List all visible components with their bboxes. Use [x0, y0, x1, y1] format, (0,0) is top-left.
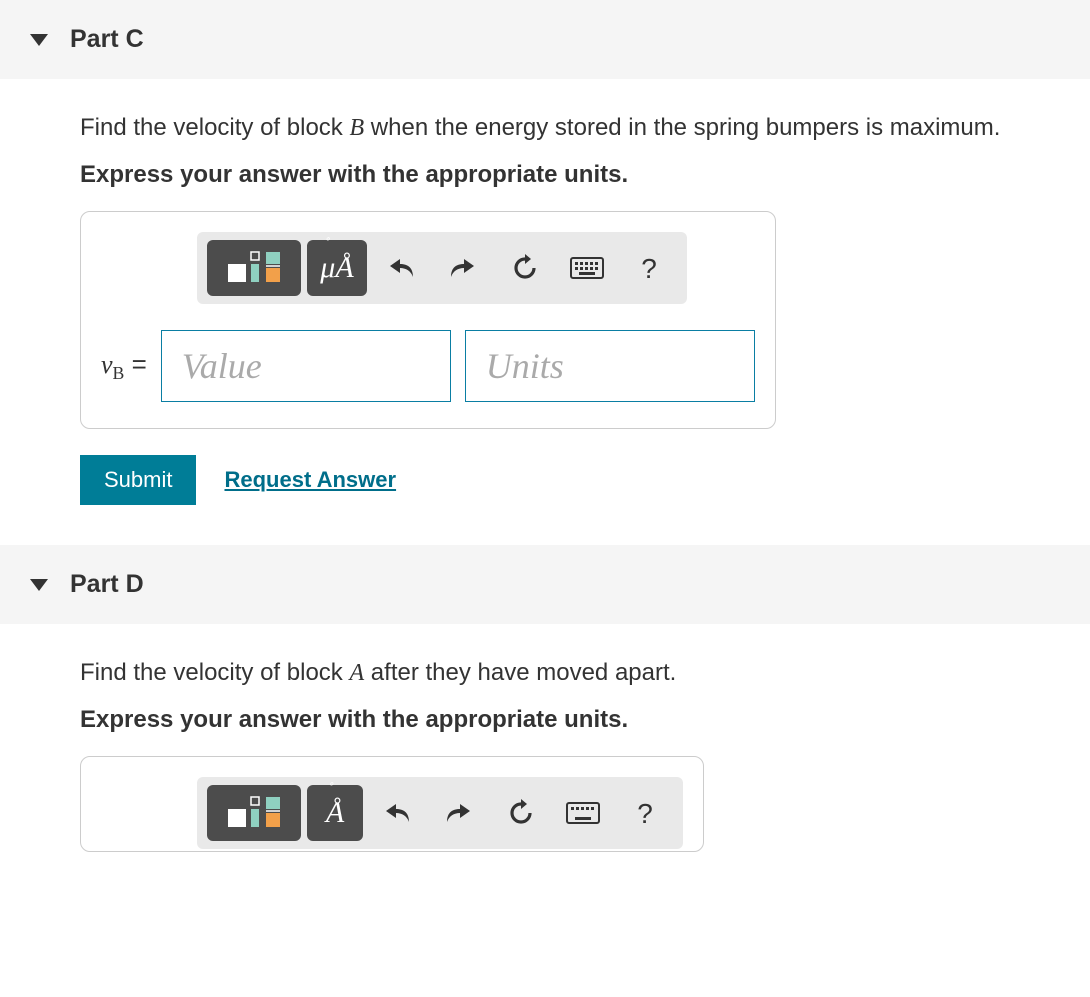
keyboard-button[interactable]	[559, 240, 615, 296]
units-input[interactable]: Units	[465, 330, 755, 402]
prompt-variable: B	[349, 115, 364, 141]
undo-icon	[386, 255, 416, 281]
chevron-down-icon	[30, 579, 48, 591]
value-placeholder: Value	[182, 341, 262, 391]
var-sub: B	[113, 363, 125, 383]
request-answer-link[interactable]: Request Answer	[224, 465, 396, 496]
symbols-button[interactable]: ∘ Å	[307, 785, 363, 841]
help-label: ?	[637, 794, 653, 833]
part-c-prompt: Find the velocity of block B when the en…	[80, 111, 1060, 146]
reset-icon	[507, 799, 535, 827]
chevron-down-icon	[30, 34, 48, 46]
reset-button[interactable]	[497, 240, 553, 296]
redo-button[interactable]	[435, 240, 491, 296]
answer-box: ∘ μÅ ?	[80, 211, 776, 429]
prompt-variable: A	[349, 660, 364, 686]
var-symbol: v	[101, 350, 113, 379]
undo-button[interactable]	[369, 785, 425, 841]
part-c-body: Find the velocity of block B when the en…	[0, 79, 1090, 545]
part-d-instruction: Express your answer with the appropriate…	[80, 703, 1060, 737]
prompt-text-post: when the energy stored in the spring bum…	[364, 114, 1000, 141]
answer-box: ∘ Å ?	[80, 756, 704, 852]
actions-row: Submit Request Answer	[80, 455, 1060, 505]
part-c-title: Part C	[70, 22, 144, 57]
part-d-prompt: Find the velocity of block A after they …	[80, 656, 1060, 691]
help-label: ?	[641, 249, 657, 288]
value-input[interactable]: Value	[161, 330, 451, 402]
units-placeholder: Units	[486, 341, 564, 391]
help-button[interactable]: ?	[617, 785, 673, 841]
undo-icon	[382, 800, 412, 826]
templates-button[interactable]	[207, 785, 301, 841]
symbols-label: μÅ	[320, 251, 353, 284]
symbols-button[interactable]: ∘ μÅ	[307, 240, 367, 296]
reset-icon	[511, 254, 539, 282]
symbols-label: Å	[326, 796, 344, 829]
equation-toolbar: ∘ Å ?	[197, 777, 683, 849]
reset-button[interactable]	[493, 785, 549, 841]
redo-button[interactable]	[431, 785, 487, 841]
part-d-body: Find the velocity of block A after they …	[0, 624, 1090, 902]
help-button[interactable]: ?	[621, 240, 677, 296]
prompt-text-post: after they have moved apart.	[364, 659, 676, 686]
keyboard-button[interactable]	[555, 785, 611, 841]
templates-icon	[224, 248, 284, 288]
part-d-title: Part D	[70, 567, 144, 602]
keyboard-icon	[566, 802, 600, 824]
variable-label: vB =	[101, 346, 147, 386]
part-c-instruction: Express your answer with the appropriate…	[80, 158, 1060, 192]
equals-sign: =	[124, 349, 146, 379]
redo-icon	[448, 255, 478, 281]
prompt-text-pre: Find the velocity of block	[80, 659, 349, 686]
undo-button[interactable]	[373, 240, 429, 296]
keyboard-icon	[570, 257, 604, 279]
part-c-header[interactable]: Part C	[0, 0, 1090, 79]
submit-button[interactable]: Submit	[80, 455, 196, 505]
part-d-header[interactable]: Part D	[0, 545, 1090, 624]
prompt-text-pre: Find the velocity of block	[80, 114, 349, 141]
equation-toolbar: ∘ μÅ ?	[197, 232, 687, 304]
answer-row: vB = Value Units	[101, 330, 755, 402]
redo-icon	[444, 800, 474, 826]
templates-button[interactable]	[207, 240, 301, 296]
templates-icon	[224, 793, 284, 833]
